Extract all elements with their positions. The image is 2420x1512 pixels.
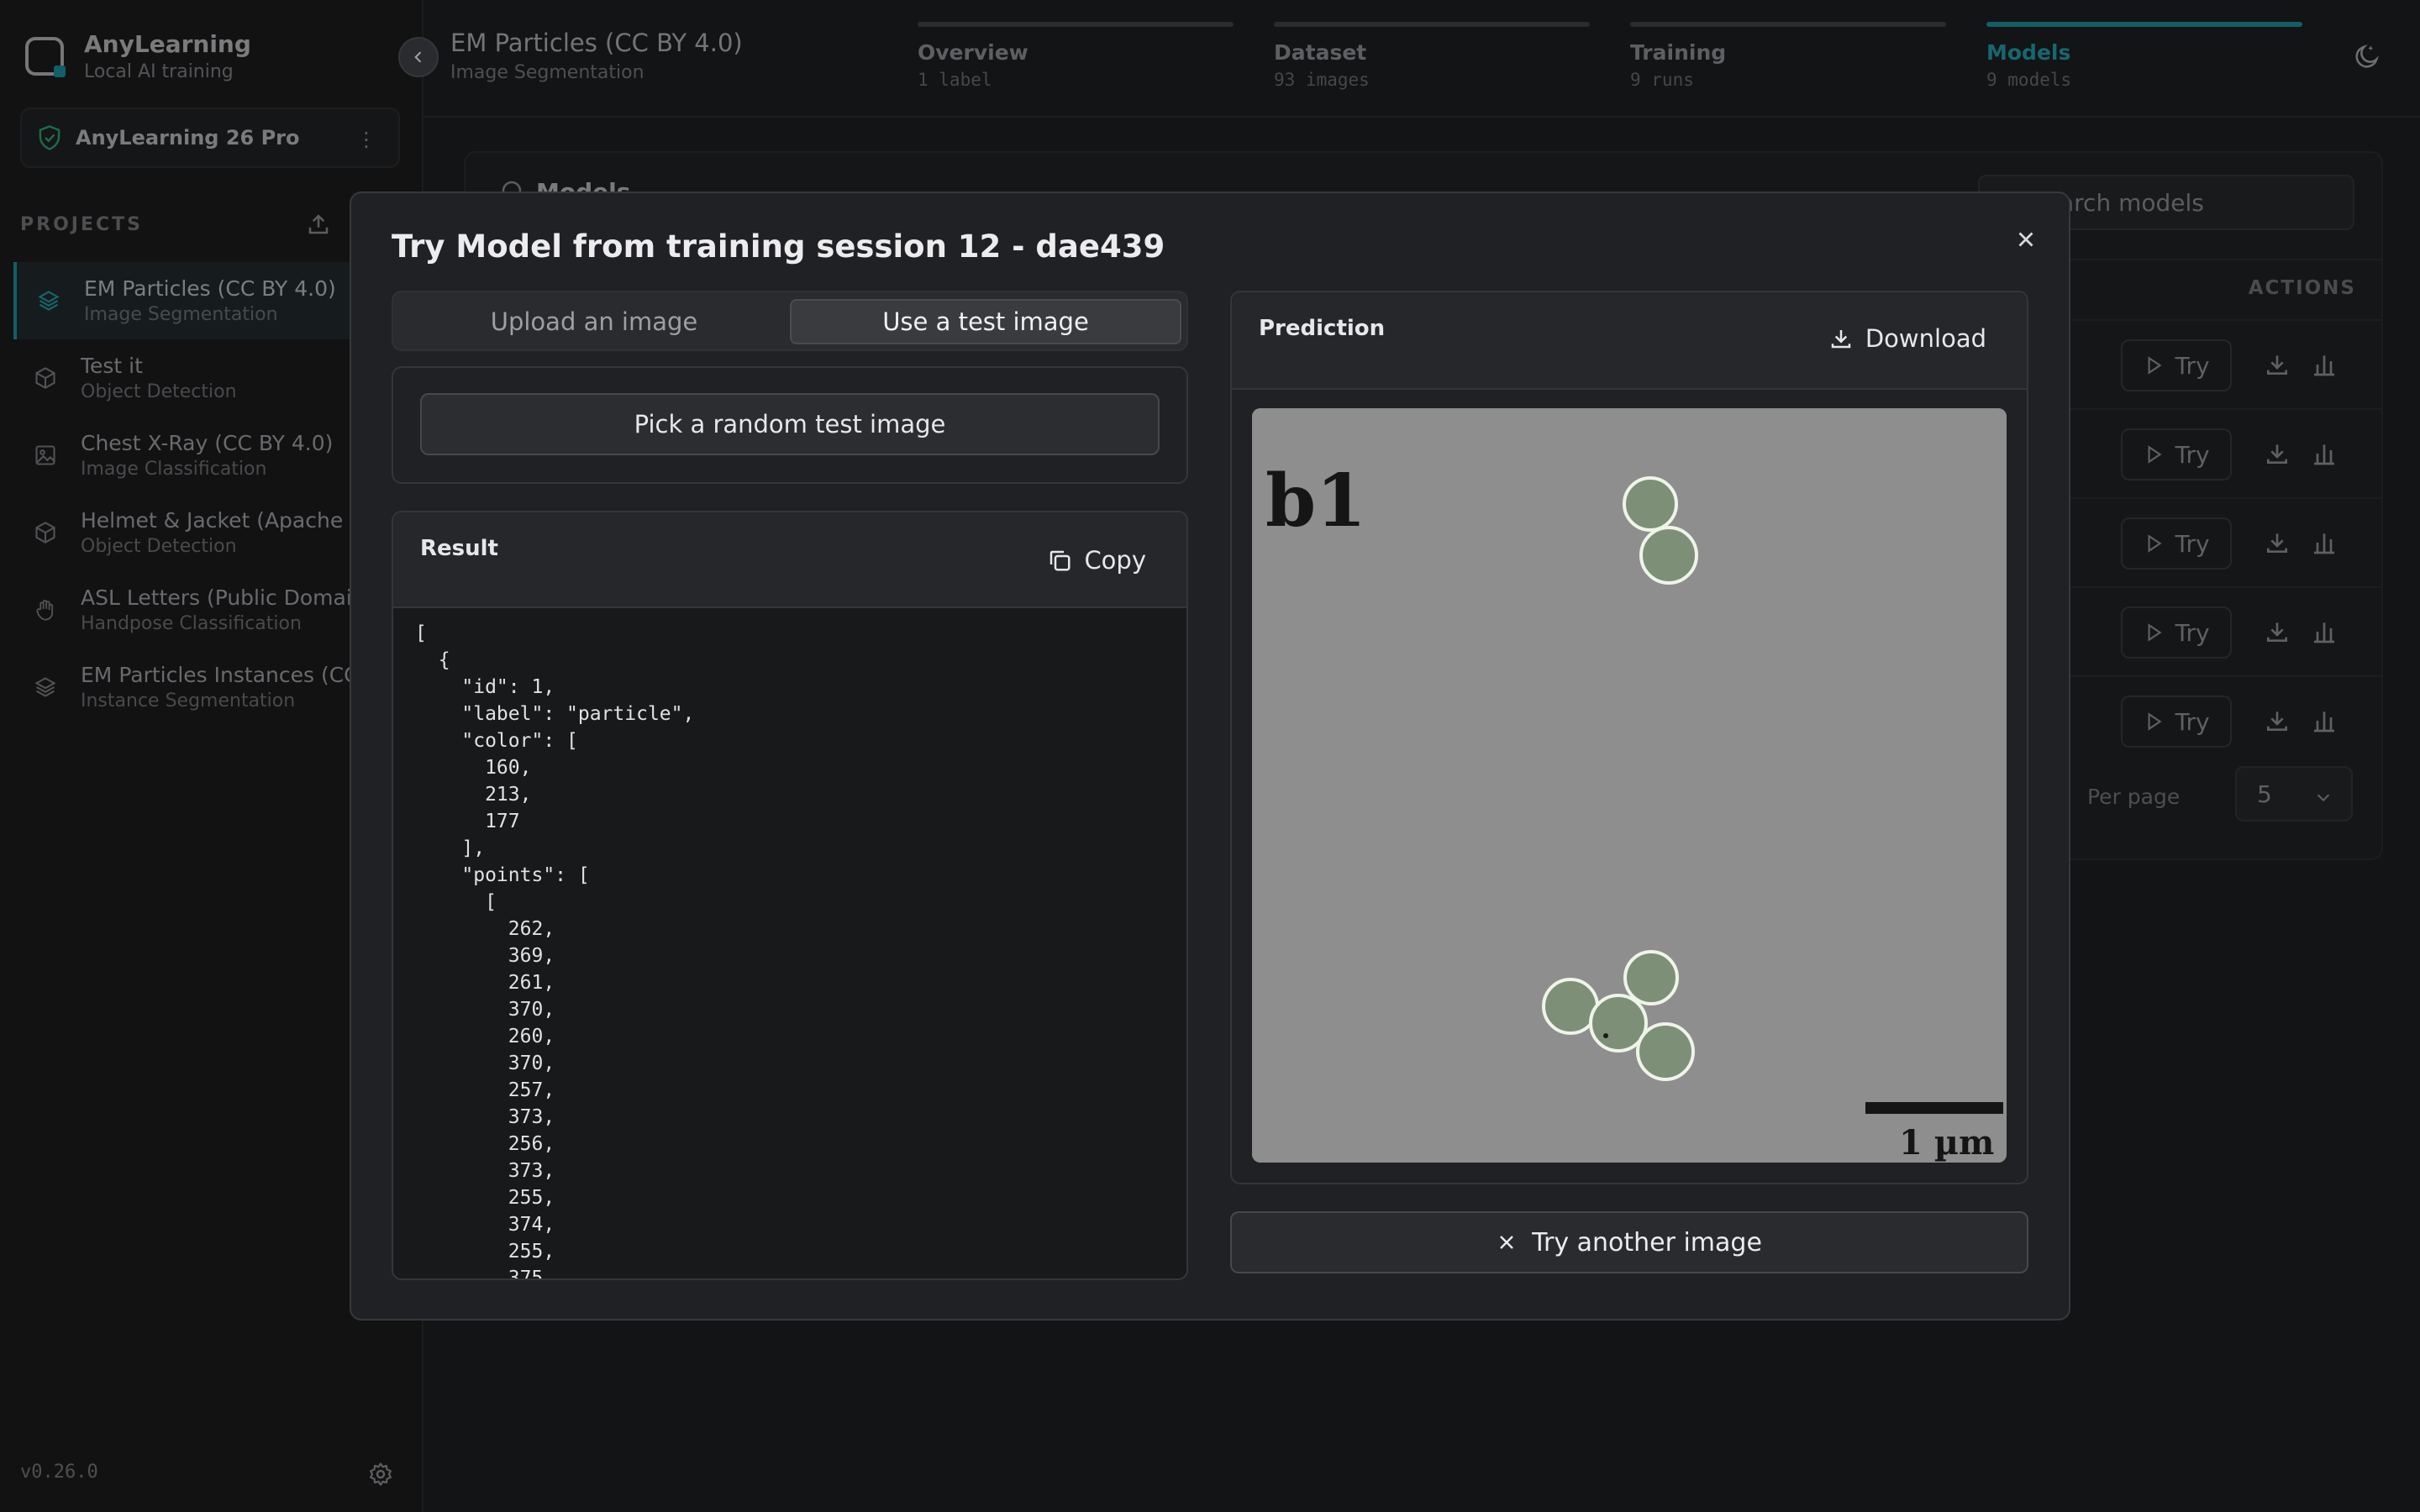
result-panel: Result Copy [ { "id": 1, "label": "parti… — [392, 511, 1188, 1280]
prediction-image: b1 1 µm — [1252, 408, 2007, 1163]
close-icon — [1497, 1232, 1532, 1252]
copy-icon — [1047, 548, 1084, 573]
copy-button[interactable]: Copy — [1047, 546, 1146, 575]
prediction-title: Prediction — [1259, 316, 1386, 341]
source-tabs: Upload an image Use a test image — [392, 291, 1188, 351]
try-model-dialog: Try Model from training session 12 - dae… — [350, 192, 2070, 1320]
pick-image-section: Pick a random test image — [392, 366, 1188, 484]
segmentation-overlay: b1 1 µm — [1252, 408, 2007, 1163]
result-title: Result — [420, 536, 498, 561]
result-json[interactable]: [ { "id": 1, "label": "particle", "color… — [415, 620, 1170, 1278]
pick-random-image-button[interactable]: Pick a random test image — [420, 393, 1160, 455]
try-another-image-button[interactable]: Try another image — [1230, 1211, 2028, 1273]
collapse-sidebar-button[interactable] — [398, 37, 439, 77]
tab-upload-image[interactable]: Upload an image — [398, 299, 790, 344]
tab-use-test-image[interactable]: Use a test image — [790, 299, 1181, 344]
chevron-left-icon — [410, 49, 427, 66]
prediction-panel: Prediction Download b1 1 µm — [1230, 291, 2028, 1184]
close-icon[interactable] — [2013, 227, 2039, 252]
download-button[interactable]: Download — [1828, 324, 1986, 353]
image-label: b1 — [1265, 459, 1366, 543]
dialog-title: Try Model from training session 12 - dae… — [392, 228, 1165, 265]
download-icon — [1828, 326, 1865, 351]
scale-bar-label: 1 µm — [1899, 1123, 1994, 1163]
